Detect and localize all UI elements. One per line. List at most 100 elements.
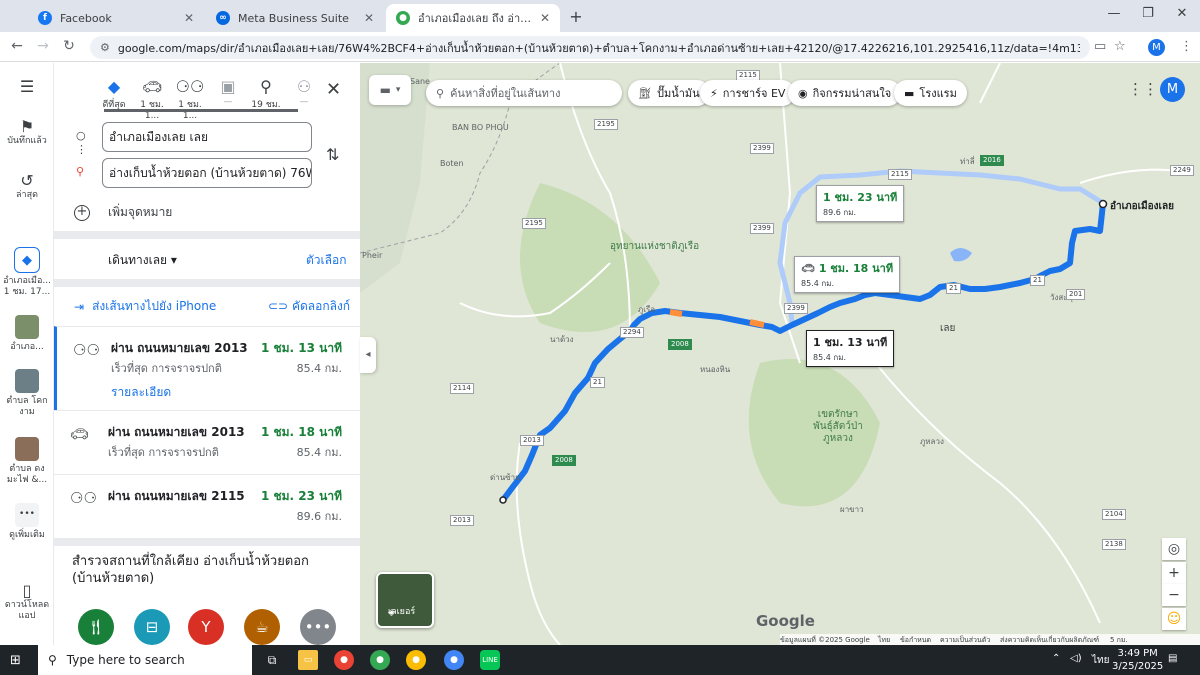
car-icon: 🚗︎ [801, 262, 815, 275]
rail-recent[interactable]: ↺ ล่าสุด [0, 173, 54, 201]
menu-button[interactable]: ☰ [0, 79, 54, 96]
close-icon[interactable]: ✕ [364, 11, 374, 25]
rail-recent-place-3[interactable]: ตำบล ดงมะไฟ &... [0, 437, 54, 486]
swap-icon[interactable]: ⇅ [326, 145, 339, 164]
site-info-icon[interactable]: ⚙ [100, 41, 110, 54]
windows-start-icon[interactable]: ⊞ [10, 653, 21, 668]
tab-meta-business[interactable]: ∞ Meta Business Suite ✕ [206, 4, 384, 32]
account-avatar[interactable]: M [1160, 77, 1185, 102]
close-directions-button[interactable]: ✕ [326, 79, 341, 100]
profile-avatar[interactable]: M [1148, 39, 1165, 56]
feedback-link[interactable]: ส่งความคิดเห็นเกี่ยวกับผลิตภัณฑ์ [1000, 635, 1099, 645]
close-icon[interactable]: ✕ [540, 11, 550, 25]
search-along-route-input[interactable]: ⚲ ค้นหาสิ่งที่อยู่ในเส้นทาง [426, 80, 622, 106]
park-label[interactable]: อุทยานแห่งชาติภูเรือ [610, 241, 699, 253]
chip-activities[interactable]: ◉ กิจกรรมน่าสนใจ [788, 80, 902, 106]
zoom-out-button[interactable]: − [1162, 584, 1186, 606]
zoom-in-button[interactable]: + [1162, 562, 1186, 584]
tray-chevron-icon[interactable]: ⌃ [1052, 653, 1060, 664]
new-tab-button[interactable]: + [566, 7, 586, 27]
add-destination-button[interactable]: + เพิ่มจุดหมาย [74, 203, 172, 222]
tab-facebook[interactable]: f Facebook ✕ [28, 4, 204, 32]
map-side-panel-toggle[interactable]: ▬ ▾ [369, 75, 411, 105]
destination-marker[interactable] [499, 496, 507, 504]
city-label[interactable]: เลย [940, 321, 955, 336]
route-details-link[interactable]: รายละเอียด [111, 383, 171, 402]
task-view-icon[interactable]: ⧉ [262, 650, 282, 670]
language-link[interactable]: ไทย [878, 635, 890, 645]
chip-gas[interactable]: ⛽︎ ปั๊มน้ำมัน [628, 80, 710, 106]
terms-link[interactable]: ข้อกำหนด [900, 635, 931, 645]
route-option-3[interactable]: ⚆⚆ ผ่าน ถนนหมายเลข 2115 1 ชม. 23 นาที 89… [54, 474, 360, 538]
options-button[interactable]: ตัวเลือก [306, 251, 346, 270]
restore-button[interactable]: ❐ [1136, 6, 1160, 21]
rail-saved[interactable]: ⚑ บันทึกแล้ว [0, 119, 54, 147]
language-indicator[interactable]: ไทย [1092, 653, 1109, 668]
hotel-icon[interactable]: ⊟ [134, 609, 170, 645]
bar-icon[interactable]: Y [188, 609, 224, 645]
restaurant-icon[interactable]: 🍴︎ [78, 609, 114, 645]
rail-download-app[interactable]: ▯ ดาวน์โหลดแอป [0, 583, 54, 622]
collapse-panel-button[interactable]: ◂ [360, 337, 376, 373]
leave-now-dropdown[interactable]: เดินทางเลย ▾ [108, 251, 177, 270]
chrome-icon[interactable]: ● [334, 650, 354, 670]
copy-link-label: คัดลอกลิงก์ [291, 299, 351, 313]
line-app-icon[interactable]: LINE [480, 650, 500, 670]
reload-button[interactable]: ↻ [60, 38, 78, 54]
privacy-link[interactable]: ความเป็นส่วนตัว [940, 635, 990, 645]
cafe-icon[interactable]: ☕︎ [244, 609, 280, 645]
rail-recent-place-1[interactable]: อำเภอ... [0, 315, 54, 353]
route-option-1[interactable]: ⚆⚆ ผ่าน ถนนหมายเลข 2013 เร็วที่สุด การจร… [54, 326, 360, 410]
clock[interactable]: 3:49 PM 3/25/2025 [1112, 647, 1163, 673]
origin-marker[interactable] [1098, 199, 1108, 209]
chrome-icon[interactable]: ● [406, 650, 426, 670]
link-icon: ⊂⊃ [268, 299, 289, 313]
mode-car[interactable]: 🚗︎ 1 ชม. 1... [132, 77, 172, 121]
route-callout-car[interactable]: 🚗︎ 1 ชม. 18 นาที 85.4 กม. [794, 256, 901, 293]
mode-motorcycle[interactable]: ⚆⚆ 1 ชม. 1... [170, 77, 210, 121]
forward-button[interactable]: → [34, 38, 52, 54]
mode-transit[interactable]: ▣ — [208, 77, 248, 107]
chip-hotels[interactable]: ▬ โรงแรม [894, 80, 967, 106]
rail-current-directions[interactable]: ◆ อำเภอเมือ... 1 ชม. 17... [0, 247, 54, 298]
browser-menu-icon[interactable]: ⋮ [1180, 39, 1193, 54]
bookmark-star-icon[interactable]: ☆ [1114, 39, 1126, 54]
file-explorer-icon[interactable]: ▭ [298, 650, 318, 670]
send-to-phone-link[interactable]: ⇥ ส่งเส้นทางไปยัง iPhone [74, 297, 216, 316]
rail-recent-place-2[interactable]: ตำบล โคกงาม [0, 369, 54, 418]
my-location-button[interactable]: ◎ [1162, 538, 1186, 560]
tab-maps[interactable]: ● อำเภอเมืองเลย ถึง อ่างเก็บน้ำห้วยตอ ✕ [386, 4, 560, 32]
layers-text: เลเยอร์ [388, 607, 416, 617]
chrome-icon[interactable]: ● [444, 650, 464, 670]
chip-label: กิจกรรมน่าสนใจ [812, 87, 892, 100]
mode-best[interactable]: ◆ ดีที่สุด [94, 77, 134, 111]
street-view-pegman-icon[interactable]: ☺ [1162, 608, 1186, 630]
destination-input[interactable]: อ่างเก็บน้ำห้วยตอก (บ้านห้วยตาด) 76W4+CF [102, 158, 312, 188]
route-callout-selected[interactable]: 1 ชม. 13 นาที 85.4 กม. [806, 330, 895, 367]
volume-icon[interactable]: ◁) [1070, 653, 1082, 664]
chrome-icon[interactable]: ● [370, 650, 390, 670]
rail-label: ดูเพิ่มเติม [9, 530, 45, 540]
origin-input[interactable]: อำเภอเมืองเลย เลย [102, 122, 312, 152]
more-icon[interactable]: ••• [300, 609, 336, 645]
address-bar[interactable]: ⚙ google.com/maps/dir/อำเภอเมืองเลย+เลย/… [90, 36, 1090, 59]
window-close-button[interactable]: ✕ [1170, 6, 1194, 21]
taskbar-search[interactable]: ⚲ Type here to search [38, 645, 252, 675]
chip-ev[interactable]: ⚡︎ การชาร์จ EV [700, 80, 796, 106]
close-icon[interactable]: ✕ [184, 11, 194, 25]
route-option-2[interactable]: 🚗︎ ผ่าน ถนนหมายเลข 2013 เร็วที่สุด การจร… [54, 410, 360, 474]
back-button[interactable]: ← [8, 38, 26, 54]
map-canvas[interactable]: อุทยานแห่งชาติภูเรือ เขตรักษาพันธุ์สัตว์… [360, 63, 1200, 645]
chip-label: การชาร์จ EV [722, 87, 786, 100]
route-callout-alt[interactable]: 1 ชม. 23 นาที 89.6 กม. [816, 185, 905, 222]
mode-walk[interactable]: ⚲ 19 ชม. [246, 77, 286, 111]
notification-icon[interactable]: ▤ [1168, 653, 1177, 664]
cast-icon[interactable]: ▭ [1094, 39, 1106, 54]
sanctuary-label[interactable]: เขตรักษาพันธุ์สัตว์ป่าภูหลวง [810, 409, 866, 445]
origin-label[interactable]: อำเภอเมืองเลย [1110, 199, 1174, 214]
mode-bike[interactable]: ⚇ — [284, 77, 324, 107]
rail-more[interactable]: ••• ดูเพิ่มเติม [0, 503, 54, 541]
minimize-button[interactable]: — [1102, 6, 1126, 21]
layers-button[interactable]: ◈ เลเยอร์ [376, 572, 434, 628]
copy-link-button[interactable]: ⊂⊃ คัดลอกลิงก์ [268, 297, 350, 316]
